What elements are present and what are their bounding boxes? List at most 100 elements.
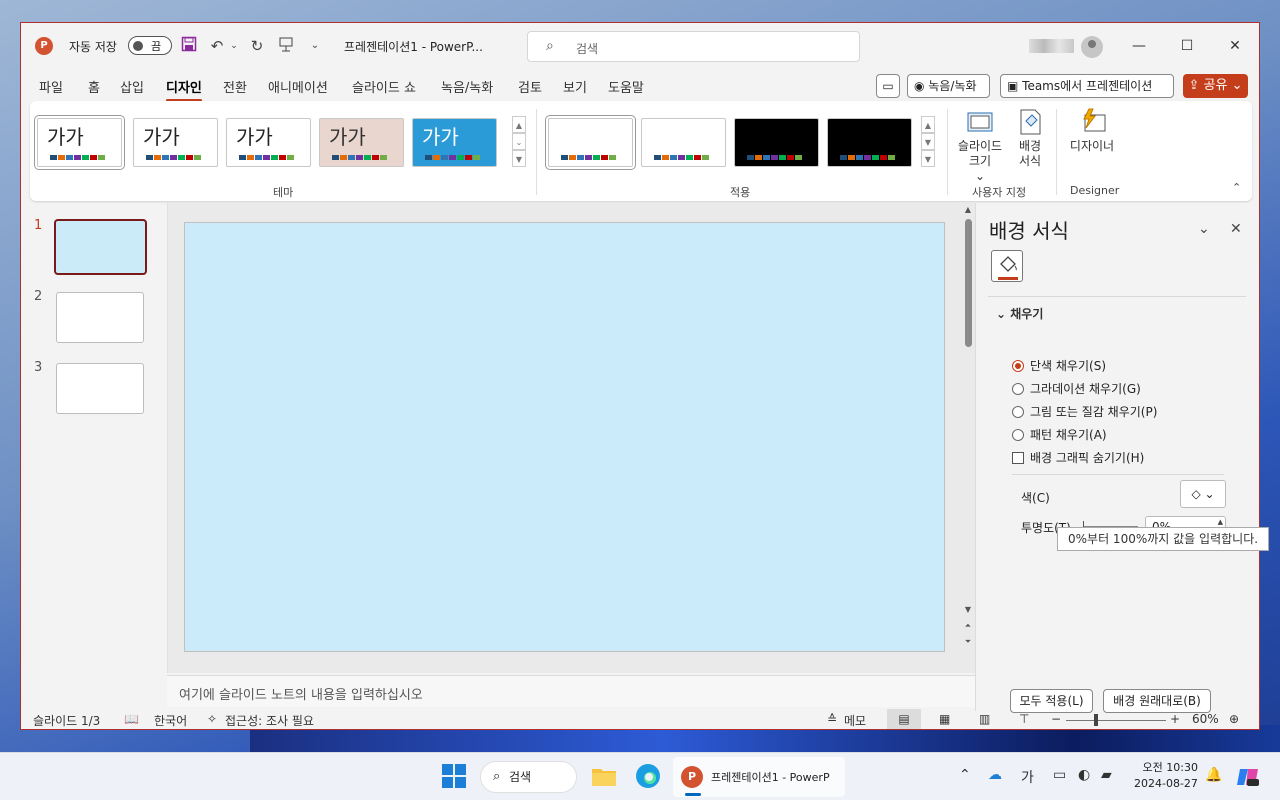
scroll-up-icon[interactable]: ▲ bbox=[961, 205, 975, 214]
accessibility-icon[interactable]: ✧ bbox=[207, 712, 217, 726]
slide-thumbnail-2[interactable] bbox=[56, 292, 144, 343]
theme-option-5[interactable]: 가가 bbox=[412, 118, 497, 167]
battery-icon[interactable]: ▰ bbox=[1101, 767, 1112, 783]
fit-to-window-icon[interactable]: ⊕ bbox=[1229, 712, 1239, 726]
maximize-button[interactable]: ☐ bbox=[1175, 35, 1199, 57]
scroll-down-icon[interactable]: ▼ bbox=[961, 605, 975, 614]
gallery-down-icon[interactable]: ⌄ bbox=[512, 133, 526, 150]
slide-thumbnail-1[interactable] bbox=[54, 219, 147, 275]
notes-toggle[interactable]: 메모 bbox=[844, 712, 866, 729]
theme-option-1[interactable]: 가가 bbox=[34, 115, 125, 170]
pattern-fill-option[interactable]: 패턴 채우기(A) bbox=[1012, 426, 1107, 443]
tab-design[interactable]: 디자인 bbox=[166, 77, 202, 102]
volume-icon[interactable]: ◐ bbox=[1078, 767, 1090, 783]
spelling-icon[interactable]: 📖 bbox=[124, 712, 139, 726]
gallery-more-icon[interactable]: ▼ bbox=[512, 150, 526, 167]
editor-scrollbar[interactable]: ▲ ▼ ⏶ ⏷ bbox=[961, 203, 975, 673]
tab-transitions[interactable]: 전환 bbox=[223, 77, 247, 96]
variant-option-3[interactable] bbox=[734, 118, 819, 167]
share-button[interactable]: ⇪ 공유 ⌄ bbox=[1183, 74, 1248, 98]
tray-overflow-chevron-icon[interactable]: ⌃ bbox=[959, 767, 971, 783]
normal-view-icon[interactable]: ▤ bbox=[887, 709, 921, 729]
gallery-up-icon[interactable]: ▲ bbox=[921, 116, 935, 133]
collapse-ribbon-icon[interactable]: ⌃ bbox=[1232, 181, 1241, 194]
notes-toggle-icon[interactable]: ≙ bbox=[827, 712, 837, 726]
theme-option-2[interactable]: 가가 bbox=[133, 118, 218, 167]
variant-gallery-scroll[interactable]: ▲ ▼ ▼ bbox=[921, 116, 935, 168]
copilot-icon[interactable] bbox=[1236, 765, 1260, 789]
file-explorer-icon[interactable] bbox=[591, 763, 617, 789]
slide-canvas[interactable] bbox=[184, 222, 945, 652]
zoom-slider-thumb[interactable] bbox=[1094, 714, 1098, 726]
zoom-out-icon[interactable]: − bbox=[1051, 712, 1061, 726]
hide-graphics-checkbox[interactable] bbox=[1012, 452, 1024, 464]
slideshow-view-icon[interactable]: ⊤ bbox=[1019, 712, 1029, 726]
next-slide-icon[interactable]: ⏷ bbox=[961, 637, 975, 647]
record-button[interactable]: ◉ 녹음/녹화 bbox=[907, 74, 990, 98]
tab-record[interactable]: 녹음/녹화 bbox=[441, 77, 493, 96]
fill-section-header[interactable]: ⌄ 채우기 bbox=[996, 305, 1043, 322]
onedrive-icon[interactable]: ☁ bbox=[988, 767, 1002, 783]
solid-fill-option[interactable]: 단색 채우기(S) bbox=[1012, 357, 1106, 374]
radio-pattern-fill[interactable] bbox=[1012, 429, 1024, 441]
save-icon[interactable] bbox=[179, 36, 199, 56]
tab-slideshow[interactable]: 슬라이드 쇼 bbox=[352, 77, 416, 96]
search-input[interactable]: ⌕ 검색 bbox=[527, 31, 860, 62]
tab-home[interactable]: 홈 bbox=[88, 77, 100, 96]
designer-button[interactable]: 디자이너 bbox=[1065, 107, 1119, 154]
variant-option-2[interactable] bbox=[641, 118, 726, 167]
autosave-toggle[interactable]: 끔 bbox=[128, 36, 172, 55]
minimize-button[interactable]: — bbox=[1127, 35, 1151, 57]
redo-icon[interactable]: ↻ bbox=[247, 36, 267, 56]
present-from-start-icon[interactable] bbox=[276, 36, 296, 56]
tab-insert[interactable]: 삽입 bbox=[120, 77, 144, 96]
pane-options-chevron-icon[interactable]: ⌄ bbox=[1198, 221, 1210, 237]
gallery-down-icon[interactable]: ▼ bbox=[921, 133, 935, 150]
taskbar-powerpoint-app[interactable]: P 프레젠테이션1 - PowerP bbox=[673, 757, 845, 797]
windows-start-icon[interactable] bbox=[441, 763, 467, 789]
fill-tab-button[interactable] bbox=[991, 250, 1023, 282]
slide-sorter-icon[interactable]: ▦ bbox=[939, 712, 950, 726]
zoom-slider[interactable] bbox=[1066, 720, 1166, 721]
radio-gradient-fill[interactable] bbox=[1012, 383, 1024, 395]
teams-present-button[interactable]: ▣ Teams에서 프레젠테이션 bbox=[1000, 74, 1174, 98]
edge-browser-icon[interactable] bbox=[635, 763, 661, 789]
close-button[interactable]: ✕ bbox=[1223, 35, 1247, 57]
zoom-level[interactable]: 60% bbox=[1192, 712, 1219, 726]
undo-dropdown-icon[interactable]: ⌄ bbox=[224, 36, 244, 56]
scroll-thumb[interactable] bbox=[965, 219, 972, 347]
tab-animations[interactable]: 애니메이션 bbox=[268, 77, 328, 96]
taskbar-search[interactable]: ⌕ 검색 bbox=[480, 761, 577, 793]
reading-view-icon[interactable]: ▥ bbox=[979, 712, 990, 726]
theme-gallery-scroll[interactable]: ▲ ⌄ ▼ bbox=[512, 116, 526, 168]
previous-slide-icon[interactable]: ⏶ bbox=[961, 621, 975, 631]
accessibility-status[interactable]: 접근성: 조사 필요 bbox=[225, 712, 314, 729]
theme-option-3[interactable]: 가가 bbox=[226, 118, 311, 167]
gallery-more-icon[interactable]: ▼ bbox=[921, 150, 935, 167]
tab-review[interactable]: 검토 bbox=[518, 77, 542, 96]
hide-background-graphics-option[interactable]: 배경 그래픽 숨기기(H) bbox=[1012, 449, 1144, 466]
ime-indicator[interactable]: 가 bbox=[1021, 767, 1034, 787]
variant-option-4[interactable] bbox=[827, 118, 912, 167]
tab-file[interactable]: 파일 bbox=[39, 77, 63, 96]
fill-color-button[interactable]: ◇ ⌄ bbox=[1180, 480, 1226, 508]
theme-option-4[interactable]: 가가 bbox=[319, 118, 404, 167]
format-background-button[interactable]: 배경 서식 bbox=[1012, 107, 1048, 169]
gallery-up-icon[interactable]: ▲ bbox=[512, 116, 526, 133]
slide-thumbnail-3[interactable] bbox=[56, 363, 144, 414]
comments-button[interactable]: ▭ bbox=[876, 74, 900, 98]
language-indicator[interactable]: 한국어 bbox=[154, 712, 187, 729]
slide-size-button[interactable]: 슬라이드 크기⌄ bbox=[952, 107, 1008, 184]
notification-bell-icon[interactable]: 🔔 bbox=[1205, 767, 1222, 783]
avatar[interactable] bbox=[1081, 36, 1103, 58]
radio-solid-fill[interactable] bbox=[1012, 360, 1024, 372]
variant-option-1[interactable] bbox=[545, 115, 636, 170]
notes-pane[interactable]: 여기에 슬라이드 노트의 내용을 입력하십시오 bbox=[167, 675, 975, 707]
gradient-fill-option[interactable]: 그라데이션 채우기(G) bbox=[1012, 380, 1141, 397]
system-clock[interactable]: 오전 10:30 2024-08-27 bbox=[1134, 760, 1198, 792]
network-icon[interactable]: ▭ bbox=[1053, 767, 1066, 783]
customize-qat-icon[interactable]: ⌄ bbox=[305, 36, 325, 56]
zoom-in-icon[interactable]: + bbox=[1170, 712, 1180, 726]
tab-help[interactable]: 도움말 bbox=[608, 77, 644, 96]
tab-view[interactable]: 보기 bbox=[563, 77, 587, 96]
